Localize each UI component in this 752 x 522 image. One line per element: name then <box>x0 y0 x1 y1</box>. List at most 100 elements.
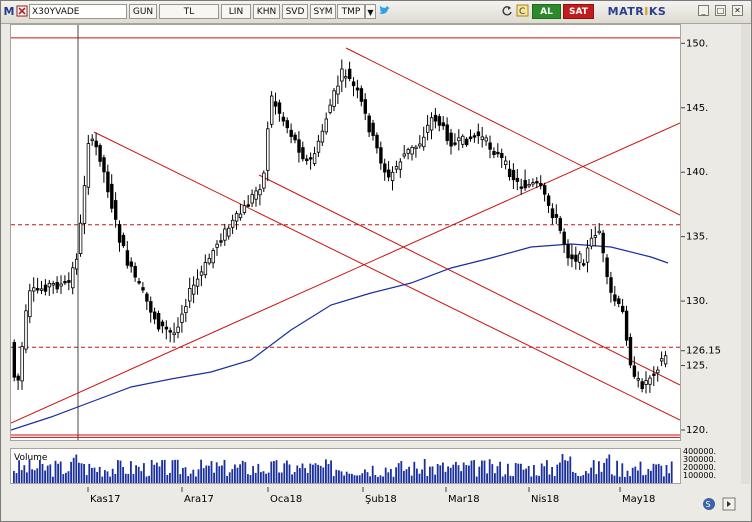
candle <box>207 253 211 266</box>
volume-bar <box>241 460 244 483</box>
volume-bar <box>470 460 473 483</box>
close-icon[interactable]: ✕ <box>732 5 743 16</box>
volume-bar <box>426 476 429 483</box>
candle <box>398 158 403 178</box>
volume-bar <box>527 466 530 483</box>
candle <box>558 215 562 234</box>
maximize-icon[interactable]: □ <box>715 5 726 16</box>
candle <box>593 226 598 247</box>
volume-bar <box>327 464 330 483</box>
currency-button[interactable]: TL <box>159 4 219 19</box>
volume-bar <box>525 468 527 483</box>
scale-button[interactable]: LIN <box>221 4 251 19</box>
matriks-m-icon[interactable]: M <box>3 4 15 19</box>
volume-bar <box>543 466 546 483</box>
y-tick-label: 120. <box>686 425 708 436</box>
volume-bar <box>301 463 304 483</box>
vertical-scrollbar[interactable] <box>741 24 750 484</box>
candle <box>500 148 504 168</box>
volume-bar <box>13 471 15 483</box>
candle <box>102 154 106 183</box>
volume-bar <box>657 463 660 483</box>
scroll-right-icon[interactable] <box>722 497 736 511</box>
candle <box>98 143 102 167</box>
volume-bar <box>499 461 501 483</box>
brand-text: MATRIKS <box>608 5 667 18</box>
candle <box>464 137 469 147</box>
candle <box>422 126 426 151</box>
period-button[interactable]: GUN <box>129 4 157 19</box>
candle <box>195 269 200 295</box>
volume-bar <box>36 468 39 483</box>
volume-bar <box>166 474 169 483</box>
candle <box>663 351 668 368</box>
candle <box>332 88 336 112</box>
candle <box>199 265 204 287</box>
candle <box>20 342 24 390</box>
volume-bar <box>660 465 663 483</box>
candle <box>16 373 20 390</box>
volume-bar <box>80 463 83 483</box>
candle <box>94 132 98 156</box>
candle <box>24 304 28 354</box>
candle <box>503 156 508 170</box>
khn-button[interactable]: KHN <box>253 4 280 19</box>
refresh-icon[interactable] <box>501 4 513 19</box>
volume-bar <box>52 476 54 483</box>
volume-bar <box>535 475 538 483</box>
candle <box>301 141 305 162</box>
volume-bar <box>205 465 208 483</box>
volume-bar <box>280 472 283 483</box>
volume-bar <box>70 461 72 483</box>
sell-button[interactable]: SAT <box>563 4 594 19</box>
candle <box>367 113 371 137</box>
volume-bar <box>322 467 325 483</box>
trend-line <box>258 174 681 386</box>
volume-chart[interactable]: Volume <box>10 448 681 484</box>
buy-button[interactable]: AL <box>532 4 561 19</box>
x-tick-label: Mar18 <box>448 494 480 505</box>
svd-button[interactable]: SVD <box>282 4 308 19</box>
volume-bar <box>418 473 421 483</box>
volume-bar <box>423 459 426 483</box>
price-chart[interactable] <box>10 24 681 441</box>
date-axis[interactable]: Kas17 Ara17 Oca18 Şub18 Mar18 Nis18 May18 <box>10 487 681 507</box>
volume-bar <box>668 473 670 483</box>
minimize-icon[interactable]: _ <box>698 5 709 16</box>
candle <box>632 356 637 379</box>
candle <box>418 135 422 149</box>
volume-bar <box>239 464 241 483</box>
volume-bar <box>254 472 257 483</box>
link-icon[interactable]: C <box>515 4 529 19</box>
volume-bar <box>158 466 161 483</box>
twitter-icon[interactable] <box>377 4 391 19</box>
dropdown-arrow-icon[interactable]: ▼ <box>365 4 376 19</box>
volume-bar <box>371 465 374 483</box>
volume-bar <box>650 470 652 483</box>
volume-bar <box>213 472 215 483</box>
volume-bar <box>522 469 525 483</box>
tmp-button[interactable]: TMP <box>337 4 365 19</box>
volume-bar <box>314 463 317 483</box>
volume-bar <box>408 466 410 483</box>
candle <box>67 272 71 291</box>
candle <box>515 169 520 191</box>
candle <box>312 146 317 166</box>
sym-button[interactable]: SYM <box>310 4 336 19</box>
volume-bar <box>109 476 111 483</box>
volume-bar <box>288 464 291 483</box>
volume-bar <box>551 467 553 483</box>
volume-bar <box>634 466 637 483</box>
candle <box>242 200 247 215</box>
volume-bar <box>23 465 26 483</box>
symbol-field[interactable]: X30YVADE <box>29 4 127 19</box>
price-axis[interactable]: 150. 145. 140. 135. 130. 125. 120. 126.15 400000… <box>681 24 741 484</box>
sync-icon[interactable]: S <box>703 498 715 510</box>
volume-bar <box>332 476 335 483</box>
volume-bar <box>590 467 592 483</box>
candle <box>437 113 442 132</box>
volume-bar <box>218 466 221 483</box>
volume-bar <box>509 475 512 483</box>
candle <box>47 279 52 296</box>
close-symbol-icon[interactable] <box>15 4 28 19</box>
